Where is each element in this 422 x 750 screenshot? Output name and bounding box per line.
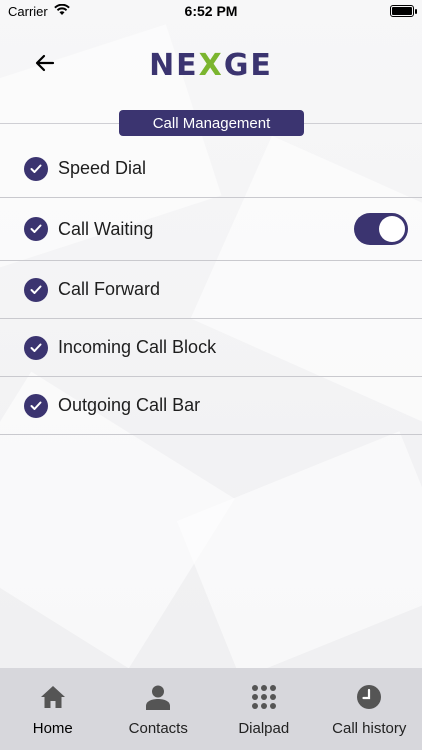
clock-icon (354, 682, 384, 712)
tab-dialpad[interactable]: Dialpad (211, 668, 317, 750)
check-circle-icon (24, 217, 48, 241)
home-icon (38, 682, 68, 712)
person-icon (143, 682, 173, 712)
call-waiting-toggle[interactable] (354, 213, 408, 245)
list-item-call-waiting[interactable]: Call Waiting (0, 198, 422, 261)
list-item-label: Outgoing Call Bar (58, 395, 201, 415)
check-circle-icon (24, 335, 48, 360)
list-item-call-forward[interactable]: Call Forward (0, 261, 422, 319)
list-item-label: Call Waiting (58, 218, 154, 239)
dialpad-icon (249, 682, 279, 712)
tab-label: Home (32, 720, 73, 737)
toggle-knob (379, 216, 405, 242)
list-item-speed-dial[interactable]: Speed Dial (0, 140, 422, 198)
tab-call-history[interactable]: Call history (317, 668, 422, 750)
tab-label: Call history (332, 720, 407, 737)
check-circle-icon (24, 156, 48, 181)
check-circle-icon (24, 277, 48, 302)
tab-home[interactable]: Home (0, 668, 106, 750)
tab-contacts[interactable]: Contacts (106, 668, 212, 750)
list-item-incoming-call-block[interactable]: Incoming Call Block (0, 319, 422, 377)
list-item-label: Call Forward (58, 279, 161, 299)
list-item-outgoing-call-bar[interactable]: Outgoing Call Bar (0, 377, 422, 435)
call-management-list: Speed Dial Call Waiting Call Forward Inc… (0, 140, 422, 435)
tab-label: Contacts (128, 720, 188, 737)
check-circle-icon (24, 393, 48, 418)
list-item-label: Speed Dial (58, 158, 147, 178)
tab-label: Dialpad (238, 720, 290, 737)
status-bar: Carrier 6:52 PM (0, 0, 422, 22)
app-header: NEXGE (0, 22, 422, 112)
bottom-tab-bar: Home Contacts Dialpad Call history (0, 668, 422, 750)
status-time: 6:52 PM (184, 3, 238, 19)
battery-icon (390, 5, 417, 17)
nexge-logo: NEXGE (149, 48, 273, 83)
list-item-label: Incoming Call Block (58, 337, 217, 357)
section-title: Call Management (119, 110, 304, 136)
